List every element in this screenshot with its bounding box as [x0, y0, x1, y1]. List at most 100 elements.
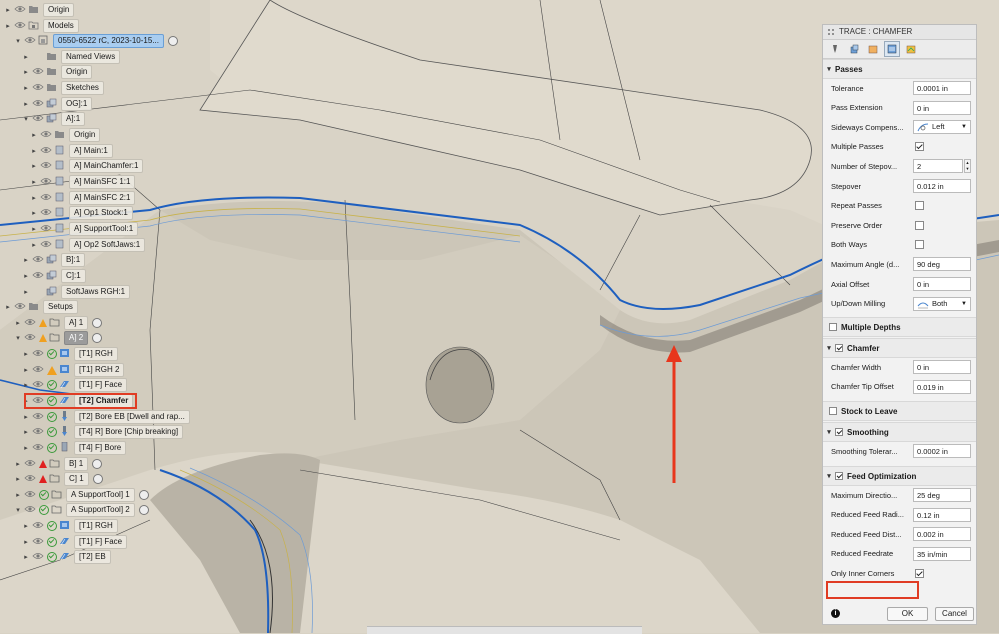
browser-node[interactable]: ▸ [T1] RGH — [22, 519, 118, 533]
visibility-eye-icon[interactable] — [38, 161, 52, 171]
collapse-caret-icon[interactable]: ▾ — [14, 331, 22, 345]
browser-node[interactable]: ▾ A] 2 — [14, 331, 103, 345]
section-caret-icon[interactable]: ▾ — [823, 344, 835, 352]
browser-node-label[interactable]: Origin — [43, 3, 75, 17]
expand-caret-icon[interactable]: ▸ — [30, 144, 38, 158]
browser-node[interactable]: ▸ [T2] Bore EB [Dwell and rap... — [22, 410, 190, 424]
browser-node-label[interactable]: [T4] F] Bore — [74, 441, 127, 455]
browser-node[interactable]: ▸ A] Main:1 — [30, 144, 113, 158]
visibility-eye-icon[interactable] — [30, 99, 44, 109]
visibility-eye-icon[interactable] — [38, 177, 52, 187]
collapse-caret-icon[interactable]: ▾ — [14, 503, 22, 517]
browser-node[interactable]: ▸ A SupportTool] 1 — [14, 488, 149, 502]
visibility-eye-icon[interactable] — [38, 193, 52, 203]
expand-caret-icon[interactable]: ▸ — [22, 285, 30, 299]
value-input[interactable]: 0.002 in — [913, 527, 971, 542]
expand-caret-icon[interactable]: ▸ — [14, 457, 22, 471]
browser-node[interactable]: ▸ A] 1 — [14, 316, 103, 330]
browser-node-label[interactable]: A] Op1 Stock:1 — [69, 206, 133, 220]
section-caret-icon[interactable]: ▾ — [823, 428, 835, 436]
visibility-eye-icon[interactable] — [38, 240, 52, 250]
value-input[interactable]: 90 deg — [913, 257, 971, 272]
visibility-eye-icon[interactable] — [30, 412, 44, 422]
browser-node[interactable]: ▸ Named Views — [22, 50, 121, 64]
expand-caret-icon[interactable]: ▸ — [30, 238, 38, 252]
visibility-eye-icon[interactable] — [30, 114, 44, 124]
browser-node[interactable]: ▾ A SupportTool] 2 — [14, 503, 149, 517]
expand-caret-icon[interactable]: ▸ — [22, 550, 30, 564]
visibility-eye-icon[interactable] — [38, 130, 52, 140]
visibility-eye-icon[interactable] — [22, 459, 36, 469]
expand-caret-icon[interactable]: ▸ — [22, 535, 30, 549]
spinner-arrows-icon[interactable]: ▲ ▼ — [964, 159, 971, 174]
browser-node[interactable]: ▸ Origin — [22, 65, 93, 79]
section-chamfer[interactable]: ▾ Chamfer — [823, 338, 976, 359]
browser-node-label[interactable]: 0550-6522 rC, 2023-10-15... — [53, 34, 164, 48]
activate-radio-icon[interactable] — [167, 36, 178, 46]
expand-caret-icon[interactable]: ▸ — [14, 488, 22, 502]
expand-caret-icon[interactable]: ▸ — [22, 519, 30, 533]
expand-caret-icon[interactable]: ▸ — [22, 363, 30, 377]
browser-node-label[interactable]: [T1] RGH 2 — [74, 363, 125, 377]
browser-node-label[interactable]: Origin — [69, 128, 101, 142]
browser-node-label[interactable]: [T2] EB — [74, 550, 111, 564]
browser-node[interactable]: ▸ Models — [4, 19, 79, 33]
browser-node[interactable]: ▸ [T4] F] Bore — [22, 441, 127, 455]
expand-caret-icon[interactable]: ▸ — [30, 206, 38, 220]
browser-node-label[interactable]: Models — [43, 19, 79, 33]
browser-node[interactable]: ▸ A] SupportTool:1 — [30, 222, 139, 236]
expand-caret-icon[interactable]: ▸ — [22, 378, 30, 392]
browser-node-label[interactable]: Sketches — [61, 81, 104, 95]
browser-node[interactable]: ▸ B] 1 — [14, 457, 103, 471]
browser-node[interactable]: ▸ B]:1 — [22, 253, 86, 267]
browser-node[interactable]: ▸ OG]:1 — [22, 97, 93, 111]
visibility-eye-icon[interactable] — [22, 36, 36, 46]
visibility-eye-icon[interactable] — [12, 302, 26, 312]
info-icon[interactable]: i — [831, 609, 840, 618]
geometry-icon[interactable] — [846, 41, 862, 57]
browser-node[interactable]: ▸ [T1] RGH 2 — [22, 363, 125, 377]
browser-node-label[interactable]: [T1] F] Face — [74, 535, 128, 549]
visibility-eye-icon[interactable] — [30, 380, 44, 390]
browser-node[interactable]: ▸ Origin — [30, 128, 101, 142]
browser-node-label[interactable]: A] MainSFC 2:1 — [69, 191, 136, 205]
value-spinner[interactable]: 2 — [913, 159, 963, 174]
section-checkbox[interactable] — [835, 344, 843, 353]
browser-node[interactable]: ▸ Sketches — [22, 81, 104, 95]
browser-node[interactable]: ▸ A] Op1 Stock:1 — [30, 206, 133, 220]
value-input[interactable]: 0.012 in — [913, 179, 971, 193]
expand-caret-icon[interactable]: ▸ — [4, 19, 12, 33]
linking-icon[interactable] — [903, 41, 919, 57]
passes-icon[interactable] — [884, 41, 900, 57]
browser-node[interactable]: ▾ A]:1 — [22, 112, 86, 126]
visibility-eye-icon[interactable] — [30, 443, 44, 453]
visibility-eye-icon[interactable] — [30, 427, 44, 437]
value-select[interactable]: Both ▼ — [913, 296, 971, 311]
browser-node-label[interactable]: [T2] Bore EB [Dwell and rap... — [74, 410, 190, 424]
browser-node-label[interactable]: Setups — [43, 300, 78, 314]
browser-node[interactable]: ▾ 0550-6522 rC, 2023-10-15... — [14, 34, 178, 48]
cancel-button[interactable]: Cancel — [935, 607, 974, 621]
value-checkbox[interactable] — [915, 142, 924, 152]
value-checkbox[interactable] — [915, 240, 924, 250]
browser-node[interactable]: ▸ [T4] R] Bore [Chip breaking] — [22, 425, 184, 439]
section-passes[interactable]: ▾ Passes — [823, 59, 976, 79]
expand-caret-icon[interactable]: ▸ — [22, 253, 30, 267]
browser-node-label[interactable]: A SupportTool] 2 — [66, 503, 135, 517]
expand-caret-icon[interactable]: ▸ — [22, 441, 30, 455]
value-checkbox[interactable] — [915, 201, 924, 211]
browser-node[interactable]: ▸ Setups — [4, 300, 78, 314]
browser-node-label[interactable]: Origin — [61, 65, 93, 79]
visibility-eye-icon[interactable] — [30, 349, 44, 359]
browser-node[interactable]: ▸ A] MainChamfer:1 — [30, 159, 144, 173]
expand-caret-icon[interactable]: ▸ — [22, 65, 30, 79]
browser-node[interactable]: ▸ [T1] F] Face — [22, 535, 128, 549]
visibility-eye-icon[interactable] — [22, 474, 36, 484]
activate-radio-icon[interactable] — [138, 490, 149, 500]
visibility-eye-icon[interactable] — [12, 5, 26, 15]
section-smoothing[interactable]: ▾ Smoothing — [823, 422, 976, 443]
visibility-eye-icon[interactable] — [22, 318, 36, 328]
activate-radio-icon[interactable] — [92, 459, 103, 469]
browser-node-label[interactable]: [T1] RGH — [74, 347, 118, 361]
section-caret-icon[interactable]: ▾ — [823, 65, 835, 73]
